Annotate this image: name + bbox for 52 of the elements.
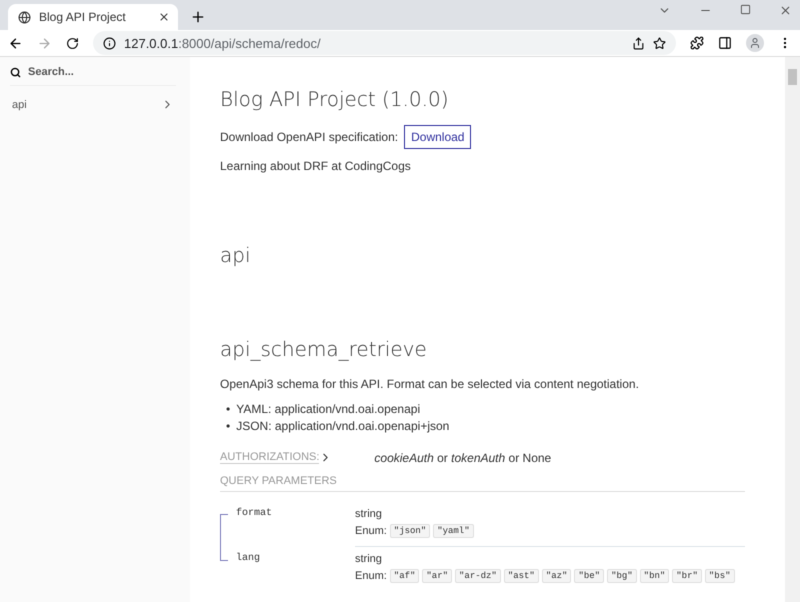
param-name: format bbox=[236, 508, 272, 519]
maximize-icon[interactable] bbox=[740, 4, 751, 15]
close-icon[interactable] bbox=[779, 4, 792, 17]
list-item: JSON: application/vnd.oai.openapi+json bbox=[236, 418, 450, 435]
enum-label: Enum: bbox=[355, 524, 387, 537]
profile-avatar[interactable] bbox=[746, 34, 764, 52]
enum-value: "json" bbox=[390, 524, 430, 538]
back-icon[interactable] bbox=[8, 36, 23, 50]
bullet-marker: • bbox=[226, 418, 230, 435]
enum-value: "be" bbox=[574, 568, 604, 583]
download-button[interactable]: Download bbox=[404, 125, 472, 149]
browser-tab[interactable]: Blog API Project bbox=[8, 4, 178, 30]
url-host: 127.0.0.1 bbox=[124, 36, 178, 50]
enum-value: "br" bbox=[672, 568, 702, 583]
tag-title: api bbox=[220, 243, 252, 267]
reload-icon[interactable] bbox=[66, 36, 79, 50]
enum-value: "ar" bbox=[422, 568, 452, 583]
param-type: string bbox=[355, 508, 383, 520]
enum-value: "ar-dz" bbox=[455, 568, 501, 583]
download-label: Download OpenAPI specification: bbox=[220, 130, 398, 144]
scrollbar[interactable] bbox=[785, 57, 800, 602]
enum-label: Enum: bbox=[355, 570, 387, 582]
search-field[interactable]: Search... bbox=[26, 65, 166, 79]
close-icon[interactable] bbox=[158, 11, 170, 23]
section-heading: QUERY PARAMETERS bbox=[220, 474, 745, 492]
enum-value: "bn" bbox=[640, 568, 670, 583]
url-path: :8000/api/schema/redoc/ bbox=[178, 36, 322, 50]
enum-value: "bs" bbox=[704, 568, 734, 583]
globe-icon bbox=[18, 10, 31, 24]
enum-value: "yaml" bbox=[433, 524, 474, 538]
bullet-marker: • bbox=[226, 401, 230, 418]
new-tab-icon[interactable] bbox=[190, 9, 206, 25]
enum-value: "af" bbox=[390, 568, 420, 583]
operation-description: OpenApi3 schema for this API. Format can be selected via content negotiation. bbox=[220, 377, 640, 391]
param-type: string bbox=[355, 552, 383, 565]
sidebar-item[interactable]: api bbox=[10, 86, 176, 123]
authorization-schemes: cookieAuth or tokenAuth or None bbox=[374, 450, 552, 465]
api-title: Blog API Project (1.0.0) bbox=[220, 87, 450, 111]
search-icon bbox=[10, 66, 21, 78]
list-item: YAML: application/vnd.oai.openapi bbox=[236, 401, 420, 418]
enum-value: "az" bbox=[542, 568, 572, 583]
param-name: lang bbox=[236, 552, 260, 564]
address-bar[interactable]: 127.0.0.1:8000/api/schema/redoc/ bbox=[93, 31, 676, 55]
share-icon[interactable] bbox=[632, 36, 645, 50]
enum-value: "bg" bbox=[607, 568, 637, 583]
star-icon[interactable] bbox=[653, 36, 666, 50]
side-panel-icon[interactable] bbox=[718, 36, 732, 50]
enum-value: "ast" bbox=[504, 568, 539, 583]
extensions-icon[interactable] bbox=[690, 36, 704, 50]
info-icon[interactable] bbox=[103, 36, 116, 50]
operation-title: api_schema_retrieve bbox=[220, 337, 428, 361]
api-description: Learning about DRF at CodingCogs bbox=[220, 159, 412, 173]
